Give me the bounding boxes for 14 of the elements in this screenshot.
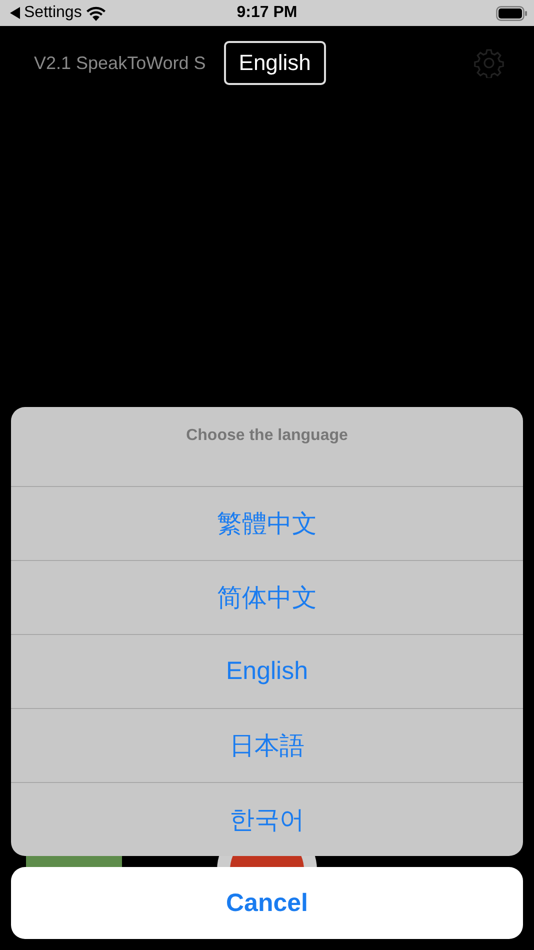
language-button[interactable]: English bbox=[224, 41, 326, 85]
back-label[interactable]: Settings bbox=[24, 4, 82, 22]
language-option[interactable]: English bbox=[11, 634, 523, 708]
language-option[interactable]: 한국어 bbox=[11, 782, 523, 856]
wifi-icon bbox=[86, 6, 106, 20]
app-title: V2.1 SpeakToWord S bbox=[34, 52, 206, 74]
cancel-button[interactable]: Cancel bbox=[11, 867, 523, 939]
battery-icon bbox=[496, 6, 528, 20]
language-option[interactable]: 简体中文 bbox=[11, 560, 523, 634]
language-option[interactable]: 繁體中文 bbox=[11, 486, 523, 560]
back-triangle-icon[interactable] bbox=[10, 7, 20, 19]
status-time: 9:17 PM bbox=[236, 4, 298, 22]
sheet-title: Choose the language bbox=[185, 426, 349, 446]
language-option[interactable]: 日本語 bbox=[11, 708, 523, 782]
